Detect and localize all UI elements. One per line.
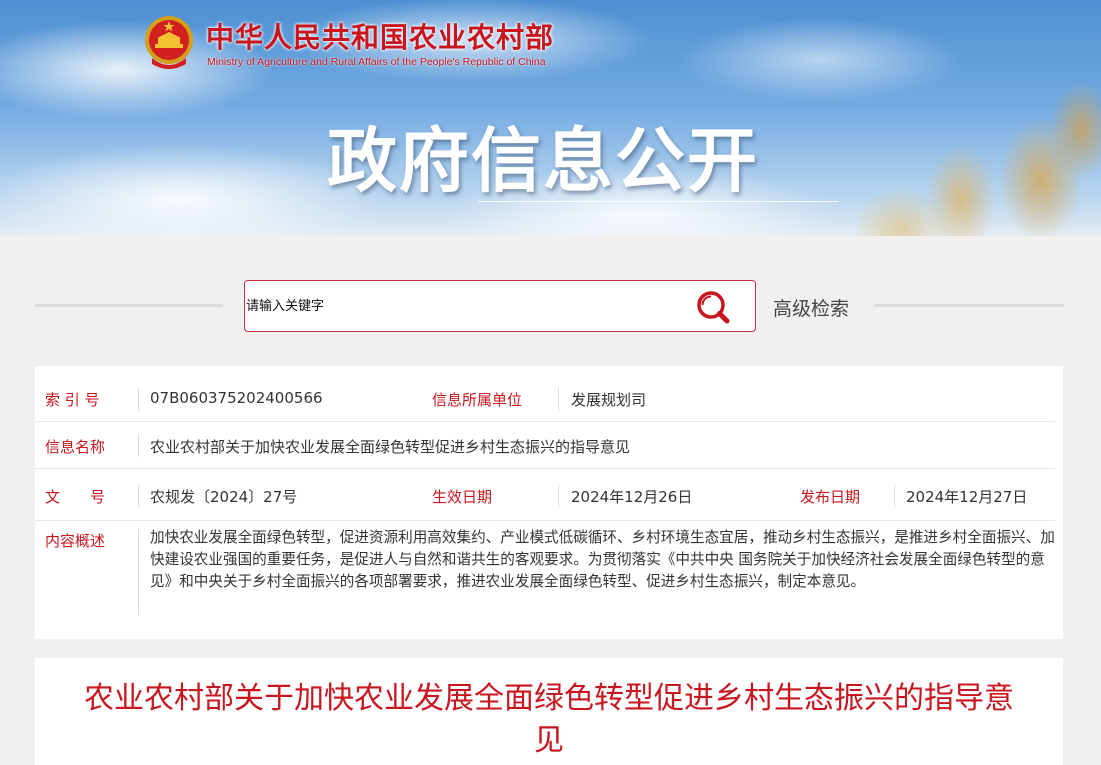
search-divider-left xyxy=(35,304,223,307)
summary-value: 加快农业发展全面绿色转型，促进资源利用高效集约、产业模式低碳循环、乡村环境生态宜… xyxy=(150,529,1055,590)
national-emblem-icon[interactable] xyxy=(142,14,196,72)
column-divider xyxy=(558,388,559,411)
search-input[interactable] xyxy=(245,281,685,331)
advanced-search-link[interactable]: 高级检索 xyxy=(773,294,849,321)
info-row-summary: 内容概述 加快农业发展全面绿色转型，促进资源利用高效集约、产业模式低碳循环、乡村… xyxy=(35,521,1063,639)
unit-label: 信息所属单位 xyxy=(432,391,523,409)
article-title: 农业农村部关于加快农业发展全面绿色转型促进乡村生态振兴的指导意见 xyxy=(84,681,1014,758)
column-divider xyxy=(138,529,139,615)
column-divider xyxy=(558,485,559,507)
info-row-name: 信息名称 农业农村部关于加快农业发展全面绿色转型促进乡村生态振兴的指导意见 xyxy=(35,422,1063,469)
wheat-decoration xyxy=(841,60,1101,236)
article-panel: 农业农村部关于加快农业发展全面绿色转型促进乡村生态振兴的指导意见 xyxy=(35,658,1063,765)
search-divider-right xyxy=(874,304,1064,307)
search-box xyxy=(244,280,756,332)
search-icon[interactable] xyxy=(693,287,733,327)
banner-title: 政府信息公开 xyxy=(327,119,759,202)
banner-divider xyxy=(478,201,838,202)
name-label: 信息名称 xyxy=(45,438,106,456)
index-label: 索 引 号 xyxy=(45,391,100,409)
name-value: 农业农村部关于加快农业发展全面绿色转型促进乡村生态振兴的指导意见 xyxy=(150,438,631,456)
info-row-index: 索 引 号 07B060375202400566 信息所属单位 发展规划司 xyxy=(35,366,1063,422)
summary-label: 内容概述 xyxy=(45,532,106,550)
effective-date-label: 生效日期 xyxy=(432,488,493,506)
column-divider xyxy=(894,485,895,507)
info-table: 索 引 号 07B060375202400566 信息所属单位 发展规划司 信息… xyxy=(35,366,1063,639)
column-divider xyxy=(138,388,139,411)
column-divider xyxy=(138,485,139,507)
docno-value: 农规发〔2024〕27号 xyxy=(150,488,298,506)
header-banner: 中华人民共和国农业农村部 Ministry of Agriculture and… xyxy=(0,0,1101,236)
docno-label: 文 号 xyxy=(45,488,106,506)
info-row-docno: 文 号 农规发〔2024〕27号 生效日期 2024年12月26日 发布日期 2… xyxy=(35,469,1063,521)
site-name-cn[interactable]: 中华人民共和国农业农村部 xyxy=(206,16,554,56)
effective-date-value: 2024年12月26日 xyxy=(571,488,693,506)
site-name-en: Ministry of Agriculture and Rural Affair… xyxy=(207,56,546,68)
publish-date-label: 发布日期 xyxy=(800,488,861,506)
index-value: 07B060375202400566 xyxy=(150,389,323,407)
unit-value: 发展规划司 xyxy=(571,391,647,409)
column-divider xyxy=(138,434,139,457)
publish-date-value: 2024年12月27日 xyxy=(906,488,1028,506)
